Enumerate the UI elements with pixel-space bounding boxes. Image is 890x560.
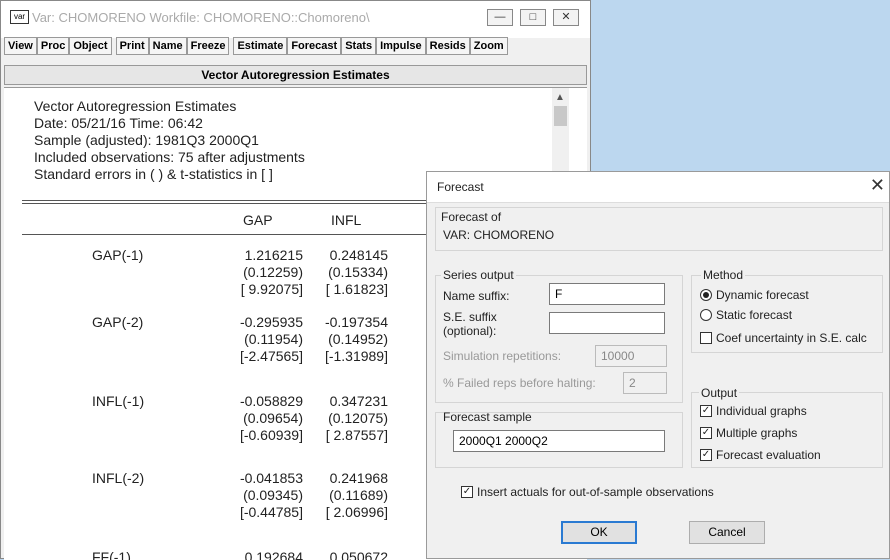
table-cell: (0.09345): [243, 487, 303, 503]
se-suffix-input[interactable]: [549, 312, 665, 334]
toolbar-print-button[interactable]: Print: [115, 37, 149, 55]
toolbar-view-button[interactable]: View: [4, 37, 37, 55]
table-cell: (0.11954): [244, 331, 303, 347]
table-cell: 0.248145: [329, 247, 388, 263]
output-date: Date: 05/21/16 Time: 06:42: [34, 115, 203, 131]
table-cell: 0.192684: [244, 549, 303, 560]
estimates-header: Vector Autoregression Estimates: [4, 65, 587, 85]
table-cell: [ 2.06996]: [325, 504, 388, 520]
cancel-button[interactable]: Cancel: [689, 521, 765, 544]
row-label: INFL(-2): [92, 470, 145, 486]
multiple-graphs-checkbox[interactable]: ✓: [700, 427, 712, 439]
toolbar-freeze-button[interactable]: Freeze: [186, 37, 230, 55]
close-icon[interactable]: ✕: [553, 9, 579, 26]
multiple-graphs-label: Multiple graphs: [716, 426, 798, 440]
scroll-thumb[interactable]: [554, 106, 567, 126]
output-observations: Included observations: 75 after adjustme…: [34, 149, 305, 165]
method-label: Method: [701, 268, 746, 282]
forecast-dialog-titlebar: Forecast ✕: [427, 172, 889, 203]
table-cell: [ 1.61823]: [325, 281, 388, 297]
var-titlebar: var Var: CHOMORENO Workfile: CHOMORENO::…: [1, 1, 590, 38]
var-app-icon: var: [10, 10, 29, 24]
se-suffix-label: S.E. suffix: [443, 310, 497, 324]
forecast-sample-input[interactable]: 2000Q1 2000Q2: [453, 430, 665, 452]
forecast-sample-label: Forecast sample: [443, 410, 532, 424]
var-toolbar: View Proc Object Print Name Freeze Estim…: [4, 37, 508, 59]
toolbar-resids-button[interactable]: Resids: [425, 37, 470, 55]
individual-graphs-checkbox[interactable]: ✓: [700, 405, 712, 417]
forecast-evaluation-checkbox[interactable]: ✓: [700, 449, 712, 461]
toolbar-forecast-button[interactable]: Forecast: [287, 37, 342, 55]
output-label: Output: [699, 386, 740, 400]
output-sample: Sample (adjusted): 1981Q3 2000Q1: [34, 132, 259, 148]
toolbar-stats-button[interactable]: Stats: [341, 37, 377, 55]
forecast-of-label: Forecast of: [439, 210, 504, 224]
table-cell: [-1.31989]: [324, 348, 388, 364]
ok-button[interactable]: OK: [561, 521, 637, 544]
forecast-evaluation-label: Forecast evaluation: [716, 448, 821, 462]
minimize-icon[interactable]: —: [487, 9, 513, 26]
toolbar-name-button[interactable]: Name: [148, 37, 187, 55]
se-suffix-optional-label: (optional):: [443, 324, 497, 338]
coef-uncertainty-checkbox[interactable]: [700, 332, 712, 344]
toolbar-estimate-button[interactable]: Estimate: [233, 37, 288, 55]
static-forecast-label: Static forecast: [716, 308, 793, 322]
table-cell: [-2.47565]: [239, 348, 303, 364]
table-cell: -0.197354: [324, 314, 388, 330]
row-label: FF(-1): [92, 549, 131, 560]
name-suffix-input[interactable]: F: [549, 283, 665, 305]
table-cell: -0.295935: [239, 314, 303, 330]
name-suffix-label: Name suffix:: [443, 289, 510, 303]
var-window-title: Var: CHOMORENO Workfile: CHOMORENO::Chom…: [32, 10, 370, 25]
dynamic-forecast-label: Dynamic forecast: [716, 288, 809, 302]
table-cell: (0.12075): [328, 410, 388, 426]
failed-reps-label: % Failed reps before halting:: [443, 376, 596, 390]
table-cell: (0.12259): [243, 264, 303, 280]
table-cell: (0.09654): [243, 410, 303, 426]
table-cell: [ 2.87557]: [325, 427, 388, 443]
coef-uncertainty-label: Coef uncertainty in S.E. calc: [716, 331, 867, 345]
table-cell: [ 9.92075]: [240, 281, 303, 297]
table-cell: -0.041853: [239, 470, 303, 486]
toolbar-zoom-button[interactable]: Zoom: [469, 37, 508, 55]
row-label: INFL(-1): [92, 393, 145, 409]
row-label: GAP(-2): [92, 314, 144, 330]
individual-graphs-label: Individual graphs: [716, 404, 807, 418]
forecast-dialog-title: Forecast: [437, 180, 484, 194]
output-errors-note: Standard errors in ( ) & t-statistics in…: [34, 166, 273, 182]
column-header-infl: INFL: [331, 212, 362, 228]
table-cell: (0.11689): [329, 487, 388, 503]
sim-reps-label: Simulation repetitions:: [443, 349, 562, 363]
static-forecast-radio[interactable]: [700, 309, 712, 321]
failed-reps-input: 2: [623, 372, 667, 394]
table-cell: [-0.60939]: [239, 427, 303, 443]
table-cell: 0.241968: [329, 470, 388, 486]
toolbar-object-button[interactable]: Object: [69, 37, 112, 55]
scroll-up-icon[interactable]: ▲: [555, 92, 565, 103]
table-cell: (0.14952): [328, 331, 388, 347]
table-cell: -0.058829: [239, 393, 303, 409]
table-cell: [-0.44785]: [239, 504, 303, 520]
table-cell: 0.050672: [329, 549, 388, 560]
maximize-icon[interactable]: □: [520, 9, 546, 26]
toolbar-impulse-button[interactable]: Impulse: [376, 37, 426, 55]
forecast-of-value: VAR: CHOMORENO: [443, 228, 555, 242]
table-cell: 0.347231: [329, 393, 388, 409]
close-icon[interactable]: ✕: [870, 175, 885, 196]
row-label: GAP(-1): [92, 247, 144, 263]
dynamic-forecast-radio[interactable]: [700, 289, 712, 301]
insert-actuals-label: Insert actuals for out-of-sample observa…: [477, 485, 714, 499]
forecast-dialog: Forecast ✕ Forecast of VAR: CHOMORENO Se…: [426, 171, 890, 559]
series-output-label: Series output: [441, 268, 516, 282]
sim-reps-input: 10000: [595, 345, 667, 367]
table-cell: (0.15334): [328, 264, 388, 280]
table-cell: 1.216215: [244, 247, 303, 263]
insert-actuals-checkbox[interactable]: ✓: [461, 486, 473, 498]
output-heading: Vector Autoregression Estimates: [34, 98, 237, 114]
toolbar-proc-button[interactable]: Proc: [36, 37, 70, 55]
column-header-gap: GAP: [243, 212, 273, 228]
